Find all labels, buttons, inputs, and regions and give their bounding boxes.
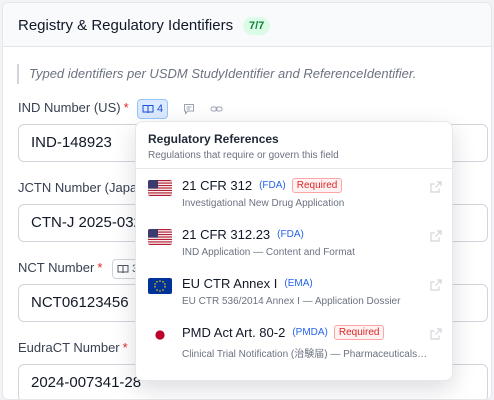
regulation-agency: (EMA)	[284, 278, 313, 289]
reference-count: 4	[157, 103, 164, 115]
popover-title: Regulatory References	[148, 132, 279, 146]
japan-flag-icon	[148, 327, 172, 343]
regulation-description: EU CTR 536/2014 Annex I — Application Do…	[182, 296, 401, 307]
regulation-agency: (FDA)	[277, 229, 304, 240]
reference-item[interactable]: PMD Act Art. 80-2 (PMDA) Required Clinic…	[136, 316, 452, 365]
regulation-code: PMD Act Art. 80-2	[182, 325, 286, 340]
section-header: Registry & Regulatory Identifiers 7/7	[3, 3, 491, 47]
regulation-agency: (PMDA)	[292, 327, 328, 338]
reference-item[interactable]: 21 CFR 312 (FDA) Required Investigationa…	[136, 169, 452, 218]
regulation-agency: (FDA)	[259, 180, 286, 191]
reference-item[interactable]: EU CTR Annex I (EMA) EU CTR 536/2014 Ann…	[136, 267, 452, 316]
us-flag-icon	[148, 180, 172, 196]
regulation-description: Investigational New Drug Application	[182, 198, 345, 209]
eudract-number-label: EudraCT Number *	[18, 340, 128, 355]
external-link-icon[interactable]	[429, 327, 443, 341]
ind-number-label-text: IND Number (US)	[18, 100, 121, 115]
required-asterisk: *	[122, 340, 128, 355]
nct-number-label: NCT Number *	[18, 260, 102, 275]
nct-number-label-text: NCT Number	[18, 260, 95, 275]
regulation-code: 21 CFR 312.23	[182, 227, 271, 242]
completion-badge: 7/7	[243, 17, 271, 35]
book-icon	[117, 265, 129, 274]
regulation-code: EU CTR Annex I	[182, 276, 278, 291]
eu-flag-icon	[148, 278, 172, 294]
required-badge: Required	[333, 325, 385, 340]
external-link-icon[interactable]	[429, 180, 443, 194]
reference-item[interactable]: 21 CFR 312.23 (FDA) IND Application — Co…	[136, 218, 452, 267]
required-asterisk: *	[97, 260, 103, 275]
regulation-description: IND Application — Content and Format	[182, 247, 355, 258]
eudract-number-label-text: EudraCT Number	[18, 340, 120, 355]
us-flag-icon	[148, 229, 172, 245]
section-title: Registry & Regulatory Identifiers	[18, 17, 234, 34]
comment-icon[interactable]	[181, 101, 197, 117]
book-icon	[142, 105, 154, 114]
jctn-number-label: JCTN Number (Japan)	[18, 180, 149, 195]
external-link-icon[interactable]	[429, 229, 443, 243]
required-badge: Required	[291, 178, 343, 193]
regulatory-references-toggle[interactable]: 4	[137, 99, 169, 119]
ind-number-label: IND Number (US) *	[18, 100, 129, 115]
external-link-icon[interactable]	[429, 278, 443, 292]
regulation-description: Clinical Trial Notification (治験届) — Phar…	[182, 349, 428, 360]
regulation-code: 21 CFR 312	[182, 178, 253, 193]
section-note: Typed identifiers per USDM StudyIdentifi…	[17, 64, 416, 84]
regulatory-references-popover: Regulatory References Regulations that r…	[135, 121, 453, 381]
link-icon[interactable]	[208, 101, 224, 117]
popover-subtitle: Regulations that require or govern this …	[148, 150, 339, 161]
required-asterisk: *	[123, 100, 129, 115]
